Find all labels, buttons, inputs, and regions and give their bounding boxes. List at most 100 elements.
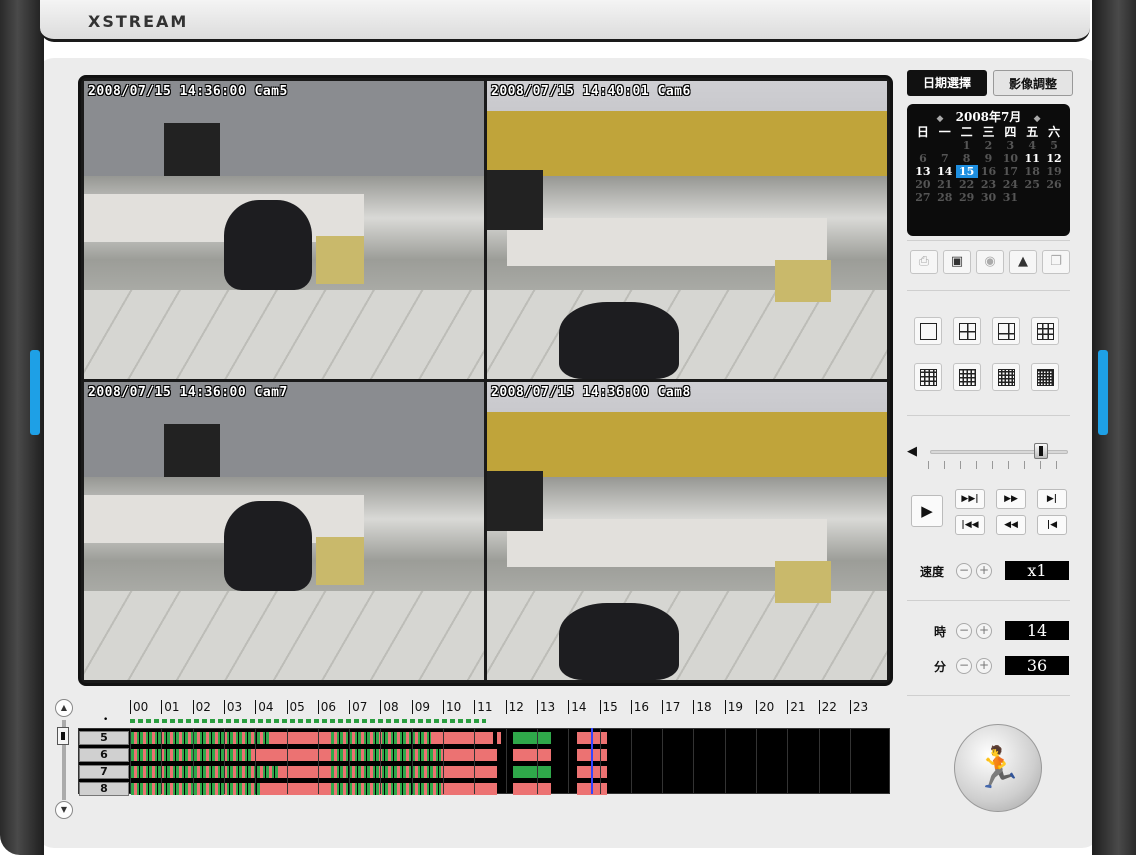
timeline-playhead[interactable] [591, 728, 593, 794]
layout-10-button[interactable] [914, 363, 942, 391]
window-icon[interactable]: ❐ [1042, 250, 1070, 274]
calendar-prev-icon[interactable]: ◆ [937, 114, 944, 124]
scene-chair [224, 501, 312, 591]
scene-desk [507, 519, 827, 567]
calendar-day[interactable]: 31 [999, 191, 1021, 204]
camera-view-cam7[interactable]: 2008/07/15 14:36:00 Cam7 [84, 382, 484, 680]
layout-9-button[interactable] [1031, 317, 1059, 345]
calendar-day[interactable]: 23 [978, 178, 1000, 191]
channel-label[interactable]: 8 [79, 782, 129, 796]
calendar-day[interactable]: 21 [934, 178, 956, 191]
calendar-day[interactable]: 22 [956, 178, 978, 191]
layout-13-button[interactable] [953, 363, 981, 391]
volume-slider-handle[interactable] [1034, 443, 1048, 459]
layout-1-button[interactable] [914, 317, 942, 345]
speed-decrease-button[interactable]: − [956, 563, 972, 579]
hour-tick-label: 21 [787, 700, 806, 714]
calendar-day[interactable]: 10 [999, 152, 1021, 165]
lock-icon[interactable]: ▲ [1009, 250, 1037, 274]
hour-grid-line [161, 728, 163, 794]
calendar-day[interactable]: 14 [934, 165, 956, 178]
layout-16-button[interactable] [992, 363, 1020, 391]
calendar-day[interactable]: 9 [978, 152, 1000, 165]
layout-25-button[interactable] [1031, 363, 1059, 391]
channel-label[interactable]: 7 [79, 765, 129, 779]
calendar-day[interactable]: 19 [1043, 165, 1065, 178]
calendar-day[interactable]: 2 [978, 139, 1000, 152]
calendar-day[interactable]: 18 [1021, 165, 1043, 178]
rewind-button[interactable]: ◀◀ [996, 515, 1026, 535]
scene-desk [507, 218, 827, 266]
calendar-day[interactable]: 16 [978, 165, 1000, 178]
hour-label: 時 [934, 625, 947, 639]
calendar-day[interactable]: 4 [1021, 139, 1043, 152]
speed-increase-button[interactable]: + [976, 563, 992, 579]
calendar-day[interactable]: 26 [1043, 178, 1065, 191]
tab-image-adjust[interactable]: 影像調整 [993, 70, 1073, 96]
minute-label: 分 [934, 660, 947, 674]
rewind-start-button[interactable]: |◀◀ [955, 515, 985, 535]
layout-4-icon [959, 323, 976, 340]
calendar-next-icon[interactable]: ◆ [1034, 114, 1041, 124]
play-button[interactable]: ▶ [911, 495, 943, 527]
calendar-day[interactable]: 8 [956, 152, 978, 165]
step-back-button[interactable]: |◀ [1037, 515, 1067, 535]
calendar-day[interactable]: 25 [1021, 178, 1043, 191]
calendar-day[interactable]: 12 [1043, 152, 1065, 165]
calendar-day[interactable]: 13 [912, 165, 934, 178]
hour-grid-line [536, 728, 538, 794]
channel-track[interactable] [131, 766, 891, 778]
camera-view-cam8[interactable]: 2008/07/15 14:36:00 Cam8 [487, 382, 887, 680]
scene-floor [84, 590, 484, 680]
hour-tick-label: 01 [161, 700, 180, 714]
scene-floor [487, 590, 887, 680]
minute-increase-button[interactable]: + [976, 658, 992, 674]
channel-track[interactable] [131, 732, 891, 744]
timeline-scroll-handle[interactable] [57, 727, 69, 745]
layout-6-button[interactable] [992, 317, 1020, 345]
layout-16-icon [998, 369, 1015, 386]
calendar-day[interactable]: 7 [934, 152, 956, 165]
camera-view-cam5[interactable]: 2008/07/15 14:36:00 Cam5 [84, 81, 484, 379]
minute-decrease-button[interactable]: − [956, 658, 972, 674]
timeline-tracks[interactable]: 5 6 7 8 [78, 728, 891, 796]
calendar-day[interactable]: 27 [912, 191, 934, 204]
hour-decrease-button[interactable]: − [956, 623, 972, 639]
fast-forward-end-button[interactable]: ▶▶| [955, 489, 985, 509]
calendar-day[interactable]: 15 [955, 165, 978, 178]
camera-view-cam6[interactable]: 2008/07/15 14:40:01 Cam6 [487, 81, 887, 379]
step-forward-button[interactable]: ▶| [1037, 489, 1067, 509]
scene-chair [559, 602, 679, 680]
calendar-day[interactable]: 20 [912, 178, 934, 191]
calendar-day[interactable]: 11 [1021, 152, 1043, 165]
channel-track[interactable] [131, 749, 891, 761]
layout-4-button[interactable] [953, 317, 981, 345]
timeline-scroll-down-button[interactable]: ▼ [55, 801, 73, 819]
layout-9-icon [1037, 323, 1054, 340]
channel-label[interactable]: 5 [79, 731, 129, 745]
hour-tick-label: 16 [630, 700, 649, 714]
hour-grid-line [662, 728, 664, 794]
hour-increase-button[interactable]: + [976, 623, 992, 639]
hour-grid-line [756, 728, 757, 794]
calendar-day[interactable]: 5 [1043, 139, 1065, 152]
hour-grid-line [818, 728, 820, 794]
layout-25-icon [1037, 369, 1054, 386]
tab-date-select[interactable]: 日期選擇 [907, 70, 987, 96]
print-icon[interactable]: ⎙ [910, 250, 938, 274]
channel-label[interactable]: 6 [79, 748, 129, 762]
run-playback-button[interactable]: 🏃 [954, 724, 1042, 812]
calendar-day[interactable]: 30 [978, 191, 1000, 204]
calendar-day[interactable]: 6 [912, 152, 934, 165]
calendar-day[interactable]: 1 [956, 139, 978, 152]
timeline-scroll-up-button[interactable]: ▲ [55, 699, 73, 717]
save-icon[interactable]: ▣ [943, 250, 971, 274]
calendar-day[interactable]: 29 [956, 191, 978, 204]
snapshot-icon[interactable]: ◉ [976, 250, 1004, 274]
calendar-day[interactable]: 28 [934, 191, 956, 204]
fast-forward-button[interactable]: ▶▶ [996, 489, 1026, 509]
channel-track[interactable] [131, 783, 891, 795]
calendar-day[interactable]: 17 [999, 165, 1021, 178]
calendar-day[interactable]: 3 [999, 139, 1021, 152]
calendar-day[interactable]: 24 [999, 178, 1021, 191]
